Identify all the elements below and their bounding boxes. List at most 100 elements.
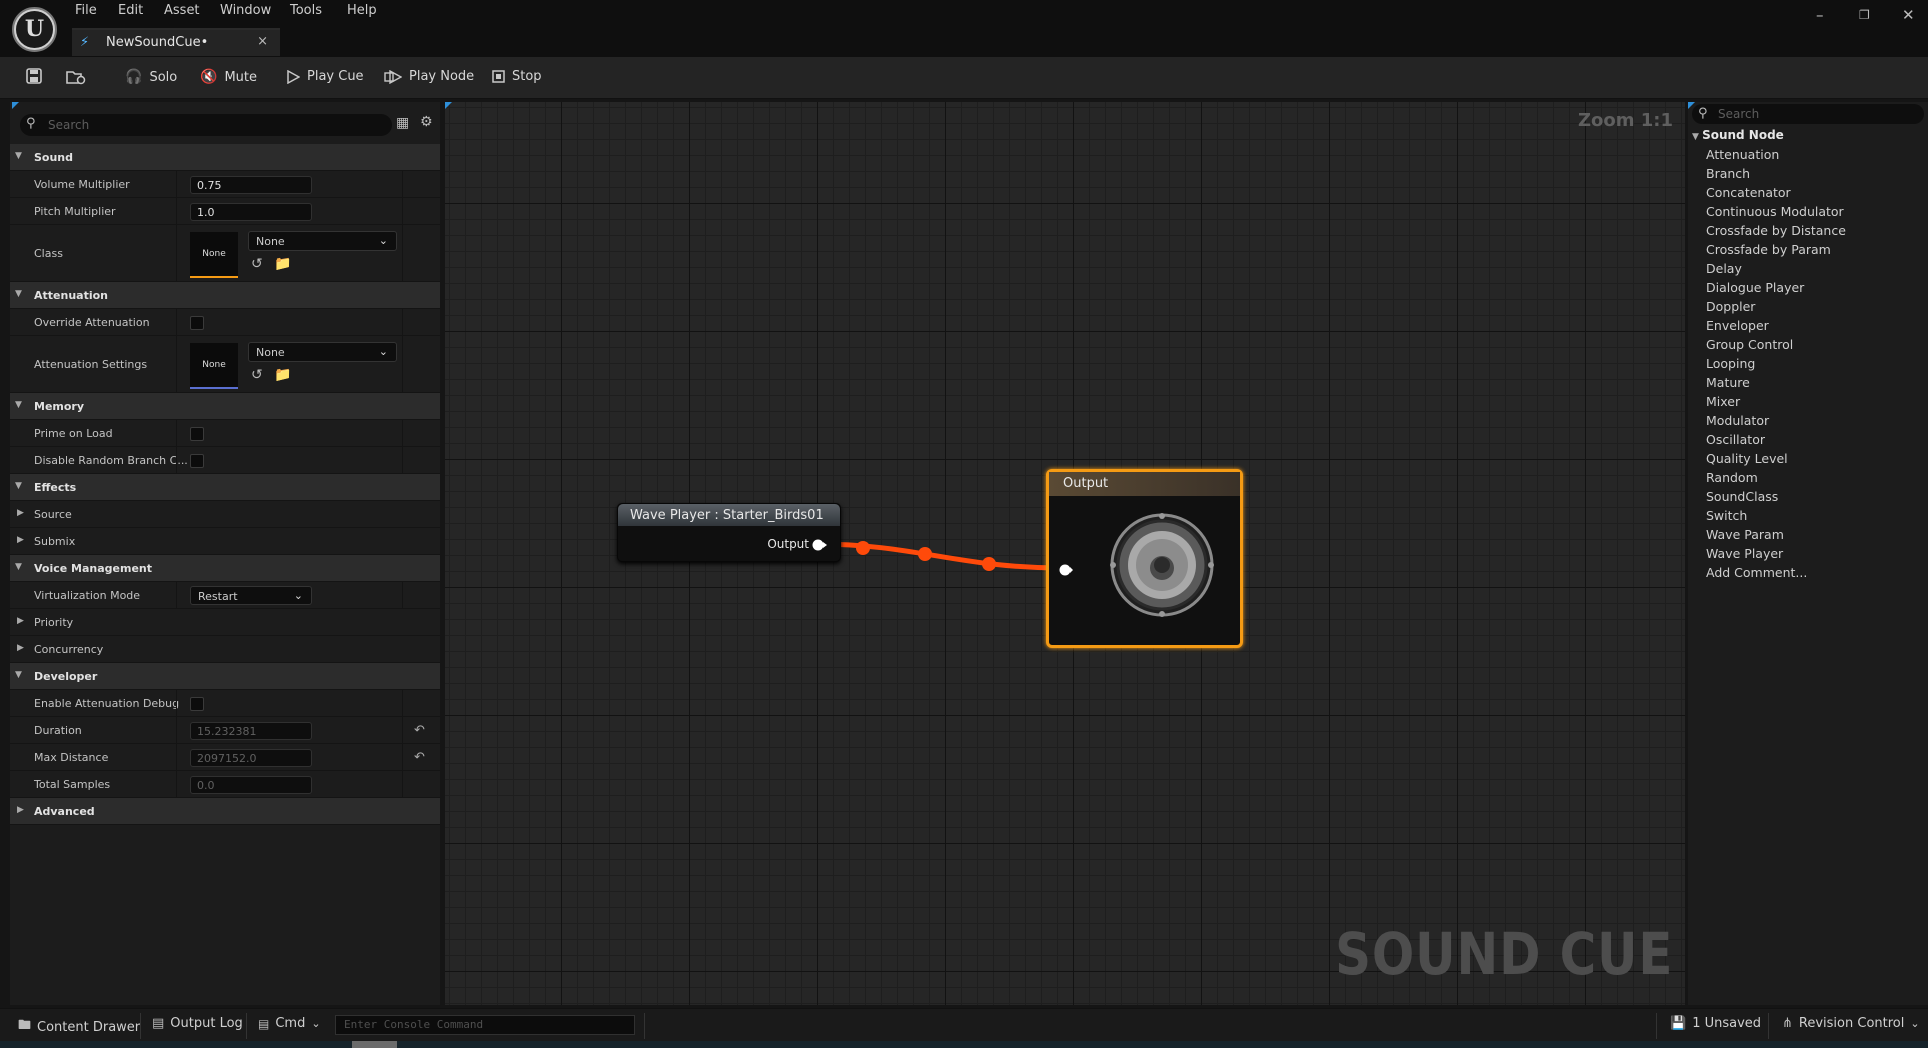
wire-connection[interactable] [814,541,1058,571]
palette-item[interactable]: Crossfade by Distance [1706,223,1846,238]
output-node[interactable]: Output [1046,469,1243,648]
solo-button[interactable]: 🎧 Solo [125,69,177,85]
palette-item[interactable]: Dialogue Player [1706,280,1804,295]
save-button[interactable] [26,68,42,84]
table-view-icon[interactable]: ▦ [396,115,409,131]
menu-window[interactable]: Window [220,3,271,18]
row-source[interactable]: ▶ Source [10,501,440,528]
palette-item[interactable]: Delay [1706,261,1742,276]
category-advanced[interactable]: ▶ Advanced [10,798,440,825]
menu-edit[interactable]: Edit [118,3,143,18]
stop-button[interactable]: Stop [492,69,542,84]
volume-multiplier-field[interactable]: 0.75 [190,176,312,194]
palette-category-sound-node[interactable]: ▼ Sound Node [1692,128,1784,142]
menu-file[interactable]: File [75,3,97,18]
palette-item[interactable]: Mixer [1706,394,1740,409]
palette-item[interactable]: Enveloper [1706,318,1769,333]
property-label: Submix [34,535,76,548]
output-node-title: Output [1063,476,1109,491]
palette-item[interactable]: Modulator [1706,413,1769,428]
property-label: Priority [34,616,74,629]
category-effects[interactable]: ▼ Effects [10,474,440,501]
row-concurrency[interactable]: ▶ Concurrency [10,636,440,663]
revision-control-button[interactable]: ⋔ Revision Control ⌄ [1782,1016,1920,1031]
browse-asset-icon[interactable]: 📁 [274,367,291,383]
input-pin-icon[interactable] [1059,564,1073,576]
row-submix[interactable]: ▶ Submix [10,528,440,555]
pitch-multiplier-field[interactable]: 1.0 [190,203,312,221]
category-attenuation[interactable]: ▼ Attenuation [10,282,440,309]
wave-player-node[interactable]: Wave Player : Starter_Birds01 Output [617,503,841,562]
tab-close-icon[interactable]: × [257,34,268,49]
palette-item[interactable]: Looping [1706,356,1755,371]
browse-button[interactable] [66,68,86,85]
minimize-icon[interactable]: – [1816,6,1824,24]
palette-item[interactable]: Doppler [1706,299,1755,314]
details-search-input[interactable]: ⚲ Search [20,114,392,136]
play-cue-button[interactable]: Play Cue [286,69,364,84]
graph-editor[interactable]: Zoom 1:1 SOUND CUE Wave Player : Starter… [445,102,1685,1005]
category-sound[interactable]: ▼ Sound [10,144,440,171]
category-voice-management[interactable]: ▼ Voice Management [10,555,440,582]
prime-on-load-checkbox[interactable] [190,427,204,441]
palette-item[interactable]: Group Control [1706,337,1793,352]
row-priority[interactable]: ▶ Priority [10,609,440,636]
cmd-dropdown[interactable]: ▤ Cmd ⌄ [258,1016,321,1031]
console-command-input[interactable]: Enter Console Command [335,1015,635,1035]
cmd-label: Cmd [275,1016,306,1031]
palette-item[interactable]: Add Comment... [1706,565,1807,580]
class-thumbnail[interactable]: None [190,232,238,278]
palette-item[interactable]: Quality Level [1706,451,1788,466]
row-duration: Duration 15.232381 ↶ [10,717,440,744]
menu-tools[interactable]: Tools [290,3,322,18]
palette-item[interactable]: Switch [1706,508,1747,523]
row-override-attenuation: Override Attenuation [10,309,440,336]
restore-icon[interactable]: ❐ [1859,8,1870,22]
class-dropdown[interactable]: None ⌄ [248,231,397,251]
browse-asset-icon[interactable]: 📁 [274,256,291,272]
palette-item[interactable]: Random [1706,470,1758,485]
menu-help[interactable]: Help [347,3,377,18]
output-log-button[interactable]: ▤ Output Log [152,1016,243,1031]
unsaved-button[interactable]: 💾 1 Unsaved [1670,1016,1761,1031]
override-attenuation-checkbox[interactable] [190,316,204,330]
palette-item[interactable]: Wave Param [1706,527,1784,542]
use-selected-icon[interactable]: ↺ [251,367,263,383]
use-selected-icon[interactable]: ↺ [251,256,263,272]
enable-attenuation-debug-checkbox[interactable] [190,697,204,711]
play-node-button[interactable]: Play Node [384,69,474,84]
output-pin-icon[interactable] [812,538,828,552]
virtualization-mode-dropdown[interactable]: Restart ⌄ [190,586,312,605]
palette-item[interactable]: Mature [1706,375,1750,390]
palette-item[interactable]: Crossfade by Param [1706,242,1831,257]
menu-asset[interactable]: Asset [164,3,200,18]
palette-search-input[interactable]: ⚲ Search [1692,104,1924,124]
wire-knot[interactable] [856,541,870,555]
category-developer[interactable]: ▼ Developer [10,663,440,690]
taskbar-block [352,1041,397,1048]
unsaved-label: 1 Unsaved [1692,1016,1762,1031]
settings-gear-icon[interactable]: ⚙ [420,114,433,130]
palette-item[interactable]: SoundClass [1706,489,1778,504]
mute-button[interactable]: 🔇 Mute [200,69,257,85]
reset-arrow-icon[interactable]: ↶ [414,723,425,738]
search-icon: ⚲ [26,116,36,131]
unreal-logo-icon[interactable]: U [12,7,57,52]
content-drawer-button[interactable]: 🖿 Content Drawer [18,1016,140,1038]
palette-item[interactable]: Continuous Modulator [1706,204,1844,219]
attenuation-dropdown[interactable]: None ⌄ [248,342,397,362]
palette-item[interactable]: Branch [1706,166,1750,181]
category-memory[interactable]: ▼ Memory [10,393,440,420]
disable-random-branch-checkbox[interactable] [190,454,204,468]
wire-knot[interactable] [918,547,932,561]
palette-item[interactable]: Wave Player [1706,546,1783,561]
palette-item[interactable]: Attenuation [1706,147,1779,162]
palette-item[interactable]: Oscillator [1706,432,1765,447]
tab-newsoundcue[interactable]: ⚡ NewSoundCue• × [72,28,280,56]
category-label: Developer [34,670,98,683]
palette-item[interactable]: Concatenator [1706,185,1791,200]
wire-knot[interactable] [982,557,996,571]
reset-arrow-icon[interactable]: ↶ [414,750,425,765]
close-window-icon[interactable]: ✕ [1902,6,1915,24]
attenuation-thumbnail[interactable]: None [190,343,238,389]
